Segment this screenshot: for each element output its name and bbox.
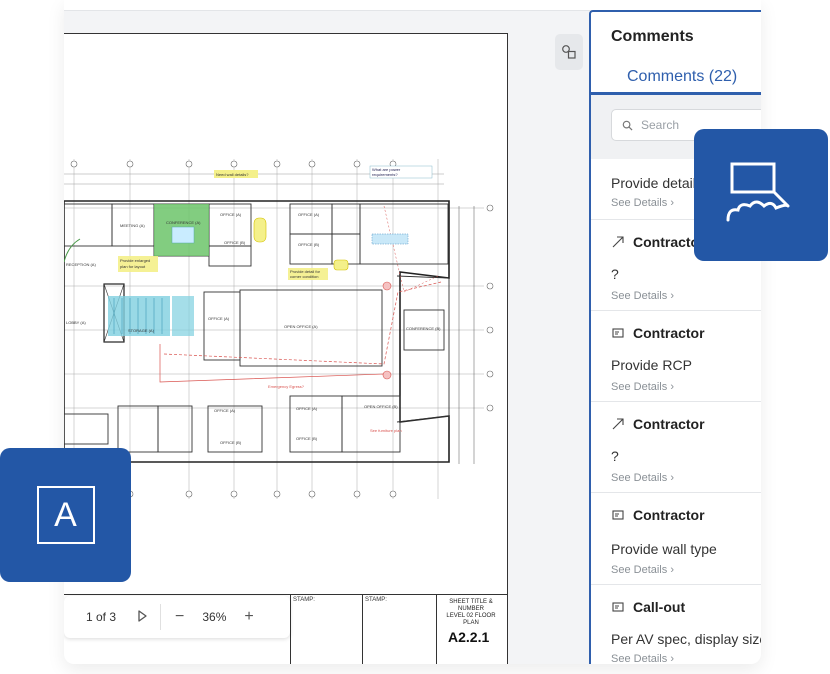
svg-text:plan for layout: plan for layout [120,264,146,269]
arrow-icon [612,418,624,430]
search-placeholder: Search [641,118,680,132]
svg-text:OFFICE (B): OFFICE (B) [296,436,318,441]
svg-text:Emergency Egress?: Emergency Egress? [268,384,305,389]
sheet-caption: SHEET TITLE & NUMBER [449,599,493,612]
see-details-link[interactable]: See Details › [611,564,674,576]
note-cloud [253,217,267,243]
next-page-icon[interactable] [136,609,148,625]
shapes-tool-button[interactable] [555,34,583,70]
search-icon [622,120,633,131]
text-tool-icon: A [36,486,95,544]
comments-panel: Comments Comments (22) Search Provide de… [589,10,761,664]
comment-item[interactable]: Call-out Per AV spec, display size i See… [591,585,761,664]
svg-text:OPEN OFFICE (B): OPEN OFFICE (B) [364,404,398,409]
tab-comments[interactable]: Comments (22) [627,68,737,86]
svg-text:RECEPTION (A): RECEPTION (A) [66,262,96,267]
svg-text:STORAGE (A): STORAGE (A) [128,328,155,333]
text-tool-letter: A [54,495,77,534]
see-details-link[interactable]: See Details › [611,472,674,484]
page-controls: 1 of 3 − 36% + [64,596,290,638]
zoom-level: 36% [202,610,227,624]
comment-author: Contractor [611,325,705,341]
svg-text:OFFICE (A): OFFICE (A) [208,316,230,321]
sheet-title: SHEET TITLE & NUMBER LEVEL 02 FLOOR PLAN [442,599,500,627]
svg-text:corner condition: corner condition [290,274,318,279]
sheet-number: A2.2.1 [448,629,490,645]
comment-body: Per AV spec, display size i [611,631,761,647]
comment-box-icon [612,602,624,612]
zoom-out-button[interactable]: − [175,608,184,626]
svg-text:OFFICE (B): OFFICE (B) [220,440,242,445]
text-tool-badge[interactable]: A [0,448,131,582]
stamp-label: STAMP: [293,597,315,603]
svg-text:LOBBY (A): LOBBY (A) [66,320,86,325]
svg-text:OFFICE (A): OFFICE (A) [296,406,318,411]
callout-tool-badge[interactable] [694,129,828,261]
comment-author: Contractor [611,507,705,523]
svg-text:OFFICE (A): OFFICE (A) [220,212,242,217]
svg-text:CONFERENCE (A): CONFERENCE (A) [166,220,201,225]
page-indicator: 1 of 3 [86,610,117,624]
svg-text:CONFERENCE (B): CONFERENCE (B) [406,326,441,331]
comment-author: Call-out [611,599,685,615]
see-details-link[interactable]: See Details › [611,197,674,209]
see-details-link[interactable]: See Details › [611,381,674,393]
comment-body: ? [611,266,619,282]
document-viewer: Need wall details? What are power requir… [64,0,761,664]
panel-title: Comments [611,28,694,45]
svg-text:See furniture plan: See furniture plan [370,428,402,433]
svg-text:OFFICE (B): OFFICE (B) [224,240,246,245]
office-room [203,291,241,361]
comment-box-icon [612,510,624,520]
comment-item[interactable]: Contractor Provide wall type See Details… [591,493,761,585]
sheet-title-text: LEVEL 02 FLOOR PLAN [446,613,496,626]
svg-text:Provide enlarged: Provide enlarged [120,258,150,263]
zoom-in-button[interactable]: + [244,608,253,626]
divider [160,604,162,630]
svg-text:OFFICE (A): OFFICE (A) [298,212,320,217]
comment-body: Provide RCP [611,357,692,373]
comment-box-icon [612,328,624,338]
comment-author: Contractor [611,234,705,250]
stamp-label: STAMP: [365,597,387,603]
svg-text:OFFICE (B): OFFICE (B) [298,242,320,247]
shapes-icon [562,45,576,59]
comment-body: ? [611,448,619,464]
see-details-link[interactable]: See Details › [611,290,674,302]
app-stage: Need wall details? What are power requir… [0,0,830,674]
comment-author: Contractor [611,416,705,432]
comment-body: Provide wall type [611,541,717,557]
cloud-callout-icon [726,162,790,222]
comment-item[interactable]: Contractor Provide RCP See Details › [591,311,761,402]
svg-text:Need wall details?: Need wall details? [216,172,249,177]
stamp-cell: STAMP: [362,595,436,664]
svg-text:MEETING (A): MEETING (A) [120,223,145,228]
svg-text:requirements?: requirements? [372,172,398,177]
arrow-icon [612,236,624,248]
comment-body: Provide details [611,175,703,191]
see-details-link[interactable]: See Details › [611,653,674,664]
stamp-cell: STAMP: [290,595,362,664]
svg-text:OPEN OFFICE (A): OPEN OFFICE (A) [284,324,318,329]
comment-item[interactable]: Contractor ? See Details › [591,402,761,493]
svg-text:OFFICE (A): OFFICE (A) [214,408,236,413]
